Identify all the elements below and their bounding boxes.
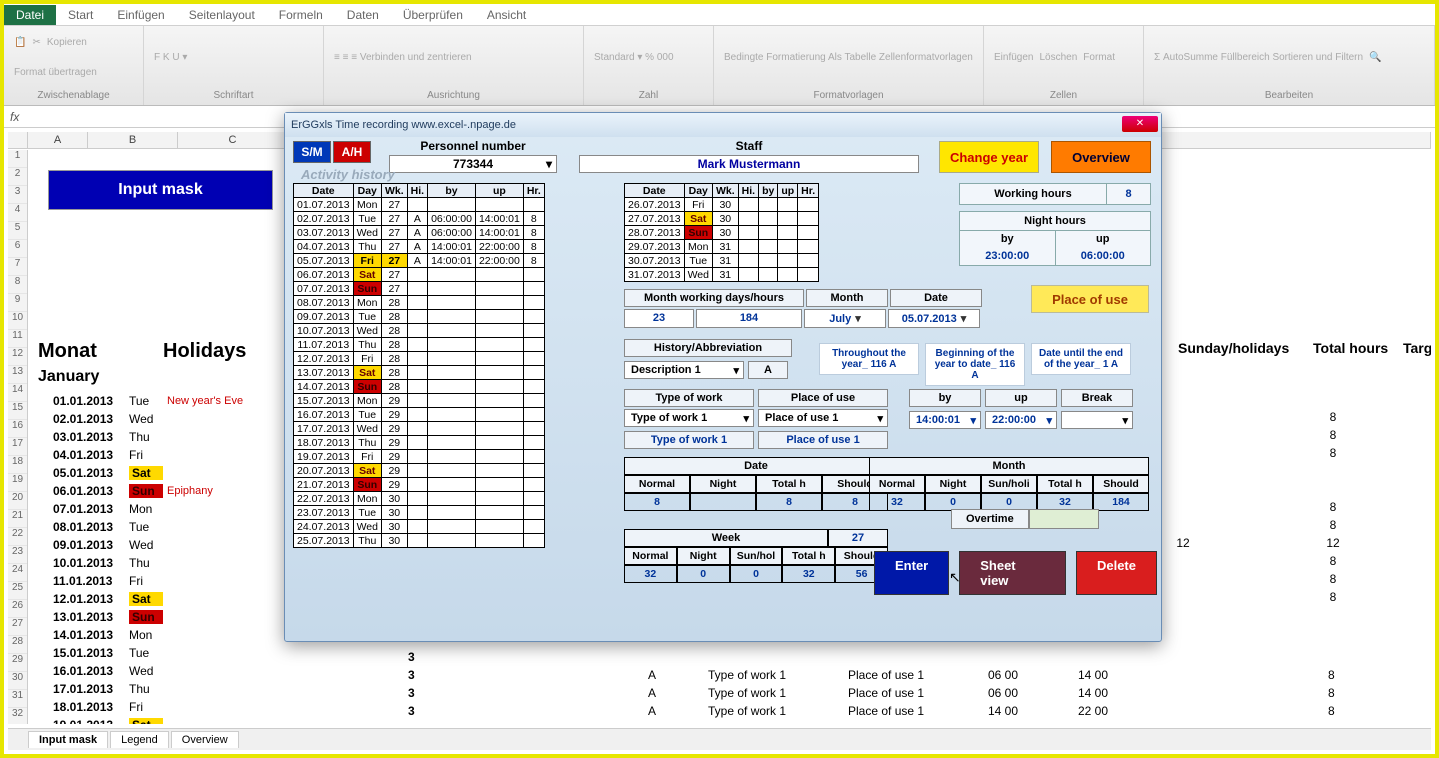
enter-button[interactable]: Enter xyxy=(874,551,949,595)
row-headers: 1234567891011121314151617181920212223242… xyxy=(8,150,28,724)
night-hours-label: Night hours xyxy=(960,212,1150,231)
menu-tab[interactable]: Daten xyxy=(335,5,391,25)
change-year-button[interactable]: Change year xyxy=(939,141,1039,173)
cursor-icon: ↖ xyxy=(949,569,961,586)
tow-select[interactable]: Type of work 1 xyxy=(624,409,754,427)
night-by: 23:00:00 xyxy=(960,247,1056,265)
abbr-value: A xyxy=(748,361,788,379)
menu-tab[interactable]: Einfügen xyxy=(105,5,176,25)
sheet-tabs: Input mask Legend Overview xyxy=(8,728,1431,750)
working-days: 23 xyxy=(624,309,694,328)
personnel-select[interactable]: 773344 xyxy=(389,155,557,173)
tab-input-mask[interactable]: Input mask xyxy=(28,731,108,748)
personnel-label: Personnel number xyxy=(389,139,557,153)
menu-tab[interactable]: Überprüfen xyxy=(391,5,475,25)
night-up: 06:00:00 xyxy=(1056,247,1151,265)
place-of-use-button[interactable]: Place of use xyxy=(1031,285,1149,313)
break-select[interactable] xyxy=(1061,411,1133,429)
staff-value: Mark Mustermann xyxy=(579,155,919,173)
menu-bar: Datei StartEinfügenSeitenlayoutFormelnDa… xyxy=(4,4,1435,26)
dialog-titlebar[interactable]: ErGGxls Time recording www.excel-.npage.… xyxy=(285,113,1161,137)
history-select[interactable]: Description 1 xyxy=(624,361,744,379)
col-target: Target xyxy=(1403,340,1431,356)
by-select[interactable]: 14:00:01 xyxy=(909,411,981,429)
date-label: Date xyxy=(890,289,982,307)
menu-tab[interactable]: Ansicht xyxy=(475,5,538,25)
menu-tab[interactable]: Seitenlayout xyxy=(177,5,267,25)
overtime-value xyxy=(1029,509,1099,529)
working-hours-value: 8 xyxy=(1106,184,1150,204)
beginning-year: Beginning of the year to date_ 116 A xyxy=(925,343,1025,386)
col-total-hours: Total hours xyxy=(1313,340,1388,356)
until-year: Date until the end of the year_ 1 A xyxy=(1031,343,1131,375)
sm-toggle[interactable]: S/M xyxy=(293,141,331,163)
pou-select[interactable]: Place of use 1 xyxy=(758,409,888,427)
ah-toggle[interactable]: A/H xyxy=(333,141,371,163)
working-hours-month: 184 xyxy=(696,309,802,328)
tow2: Type of work 1 xyxy=(624,431,754,449)
menu-tab[interactable]: Start xyxy=(56,5,105,25)
up-select[interactable]: 22:00:00 xyxy=(985,411,1057,429)
tab-legend[interactable]: Legend xyxy=(110,731,169,748)
overtime-label: Overtime xyxy=(951,509,1029,529)
input-mask-button[interactable]: Input mask xyxy=(48,170,273,210)
overview-button[interactable]: Overview xyxy=(1051,141,1151,173)
month-name: January xyxy=(38,368,99,386)
menu-tab[interactable]: Formeln xyxy=(267,5,335,25)
sheet-view-button[interactable]: Sheet view xyxy=(959,551,1066,595)
working-hours-label: Working hours xyxy=(960,184,1106,204)
dialog-title: ErGGxls Time recording www.excel-.npage.… xyxy=(291,119,516,131)
date-select[interactable]: 05.07.2013 xyxy=(888,309,980,328)
ribbon: 📋✂KopierenFormat übertragenZwischenablag… xyxy=(4,26,1435,106)
file-menu[interactable]: Datei xyxy=(4,5,56,25)
delete-button[interactable]: Delete xyxy=(1076,551,1157,595)
pou2: Place of use 1 xyxy=(758,431,888,449)
throughout-year: Throughout the year_ 116 A xyxy=(819,343,919,375)
tow-label: Type of work xyxy=(624,389,754,407)
time-recording-dialog: ErGGxls Time recording www.excel-.npage.… xyxy=(284,112,1162,642)
mwdh-label: Month working days/hours xyxy=(624,289,804,307)
month-select[interactable]: July xyxy=(804,309,886,328)
calendar-list: 01.01.2013TueNew year's Eve02.01.2013Wed… xyxy=(53,392,243,724)
activity-grid-2: DateDayWk.Hi.byupHr.26.07.2013Fri3027.07… xyxy=(624,183,819,282)
activity-history-label: Activity history xyxy=(301,167,395,182)
detail-rows: 33AType of work 1Place of use 106 0014 0… xyxy=(408,650,1358,724)
activity-grid-1: DateDayWk.Hi.byupHr.01.07.2013Mon2702.07… xyxy=(293,183,545,548)
tab-overview[interactable]: Overview xyxy=(171,731,239,748)
month-label: Month xyxy=(806,289,888,307)
history-label: History/Abbreviation xyxy=(624,339,792,357)
col-sunday-holidays: Sunday/holidays xyxy=(1178,340,1289,356)
close-icon[interactable]: ✕ xyxy=(1122,116,1158,132)
holidays-heading: Holidays xyxy=(163,340,246,363)
staff-label: Staff xyxy=(579,139,919,153)
monat-heading: Monat xyxy=(38,340,97,363)
pou2-label: Place of use xyxy=(758,389,888,407)
